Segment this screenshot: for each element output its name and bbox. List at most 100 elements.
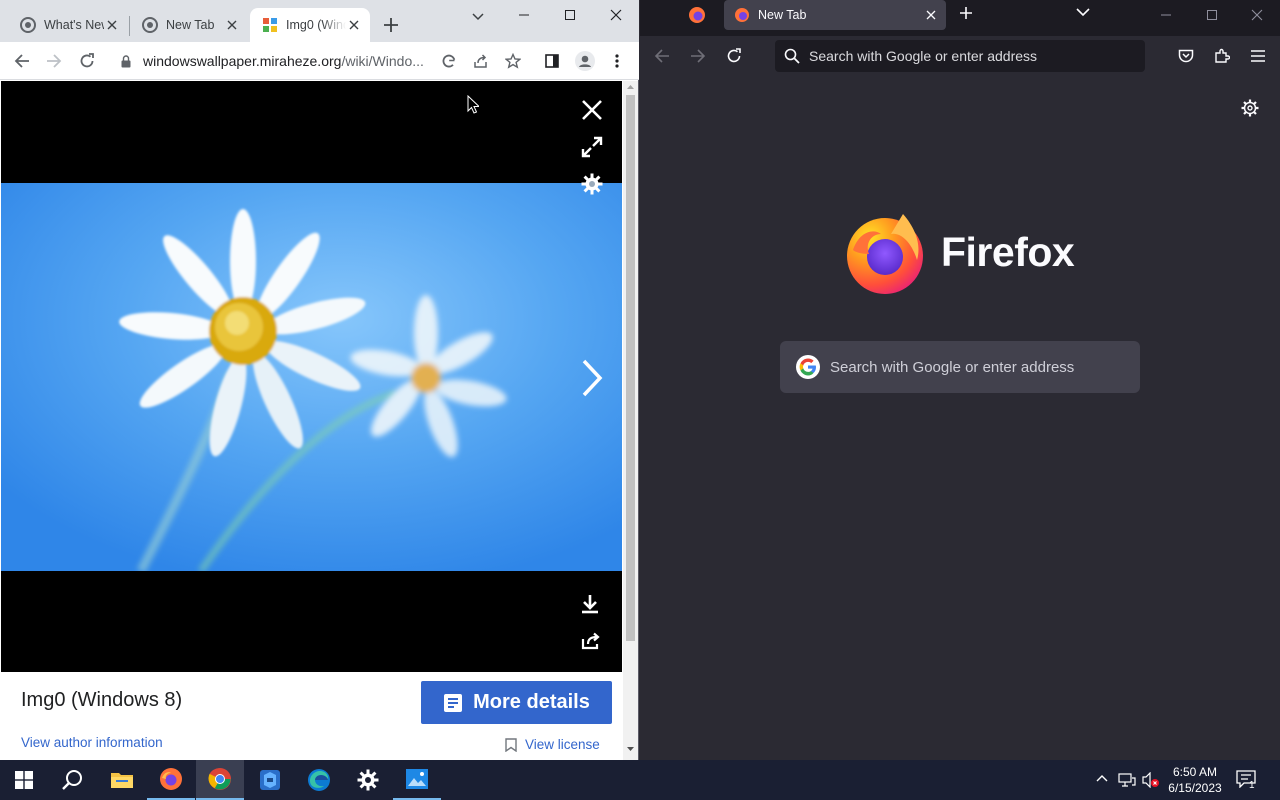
download-button[interactable] <box>578 591 602 617</box>
taskbar-search-button[interactable] <box>48 760 96 800</box>
network-button[interactable] <box>1118 772 1136 788</box>
close-tab-icon[interactable] <box>346 17 362 33</box>
forward-button[interactable] <box>688 46 708 66</box>
profile-button[interactable] <box>575 51 595 71</box>
firefox-tab-new-tab[interactable]: New Tab <box>724 0 946 30</box>
scroll-down-icon[interactable] <box>623 743 638 755</box>
firefox-icon <box>160 768 182 790</box>
taskbar-firefox[interactable] <box>147 760 195 800</box>
show-hidden-icons-button[interactable] <box>1096 774 1108 782</box>
taskbar-edge[interactable] <box>295 760 343 800</box>
reuse-button[interactable] <box>579 629 603 653</box>
address-placeholder: Search with Google or enter address <box>809 48 1038 64</box>
taskbar-chrome[interactable] <box>196 760 244 800</box>
firefox-view-button[interactable] <box>688 6 708 26</box>
newtab-search-placeholder: Search with Google or enter address <box>830 358 1075 376</box>
more-details-button[interactable]: More details <box>421 681 612 724</box>
back-button[interactable] <box>12 51 32 71</box>
firefox-address-bar[interactable]: Search with Google or enter address <box>775 40 1145 72</box>
pocket-icon <box>1178 49 1194 63</box>
minimize-icon <box>1161 14 1171 16</box>
extensions-button[interactable] <box>1212 46 1232 66</box>
author-info-link[interactable]: View author information <box>21 735 163 750</box>
fullscreen-button[interactable] <box>579 134 605 160</box>
customize-new-tab-button[interactable] <box>1241 99 1259 117</box>
minimize-button[interactable] <box>501 0 547 30</box>
address-bar[interactable]: windowswallpaper.miraheze.org/wiki/Windo… <box>143 53 424 69</box>
taskbar-app[interactable] <box>246 760 294 800</box>
chrome-icon <box>208 768 231 790</box>
settings-button[interactable] <box>579 171 605 197</box>
file-page-icon <box>444 693 463 712</box>
file-explorer-icon <box>111 773 133 788</box>
new-tab-button[interactable] <box>958 5 976 23</box>
scroll-up-icon[interactable] <box>623 81 638 93</box>
close-icon <box>610 9 622 21</box>
new-tab-button[interactable] <box>381 15 401 35</box>
lock-icon[interactable] <box>116 51 136 71</box>
tab-whats-new[interactable]: What's New <box>8 8 128 42</box>
chevron-right-icon <box>582 359 603 397</box>
wallpaper-image[interactable] <box>1 183 622 571</box>
close-tab-icon[interactable] <box>224 17 240 33</box>
network-icon <box>1118 773 1136 787</box>
gear-icon <box>1241 99 1259 117</box>
page-scrollbar[interactable] <box>623 81 638 760</box>
google-g-icon <box>442 54 456 68</box>
google-logo-icon <box>796 355 820 379</box>
mouse-cursor-icon <box>467 95 479 114</box>
reload-button[interactable] <box>77 51 97 71</box>
application-menu-button[interactable] <box>1248 46 1268 66</box>
volume-button[interactable] <box>1142 772 1160 788</box>
newtab-search-box[interactable]: Search with Google or enter address <box>780 341 1140 393</box>
license-link[interactable]: View license <box>505 737 600 752</box>
pocket-button[interactable] <box>1176 46 1196 66</box>
edge-icon <box>308 769 330 791</box>
firefox-icon <box>689 7 705 23</box>
minimize-button[interactable] <box>1143 0 1189 30</box>
windows-taskbar: 6:50 AM 6/15/2023 1 <box>0 760 1280 800</box>
hamburger-menu-icon <box>1251 50 1265 62</box>
action-center-button[interactable]: 1 <box>1236 770 1260 792</box>
reload-icon <box>80 53 94 68</box>
tab-new-tab[interactable]: New Tab <box>130 8 248 42</box>
more-details-label: More details <box>473 691 590 713</box>
firefox-favicon-icon <box>735 8 749 22</box>
search-icon <box>62 770 82 790</box>
chevron-down-icon <box>1076 8 1090 17</box>
maximize-button[interactable] <box>547 0 593 30</box>
chrome-menu-button[interactable] <box>607 51 627 71</box>
tab-title: New Tab <box>758 8 807 22</box>
taskbar-settings[interactable] <box>344 760 392 800</box>
side-panel-button[interactable] <box>542 51 562 71</box>
list-all-tabs-button[interactable] <box>1076 8 1090 17</box>
next-image-button[interactable] <box>575 356 609 400</box>
chevron-down-icon <box>472 13 484 21</box>
tab-title: Img0 (Windows 8) <box>286 18 346 32</box>
firefox-window: New Tab Search with Google or enter addr… <box>640 0 1280 760</box>
close-tab-icon[interactable] <box>926 10 936 20</box>
close-viewer-button[interactable] <box>579 97 605 123</box>
bookmark-button[interactable] <box>503 51 523 71</box>
taskbar-file-explorer[interactable] <box>98 760 146 800</box>
taskbar-photos[interactable] <box>393 760 441 800</box>
arrow-right-icon <box>691 49 706 63</box>
back-button[interactable] <box>652 46 672 66</box>
url-host: windowswallpaper.miraheze.org <box>143 53 342 69</box>
close-window-button[interactable] <box>1234 0 1280 30</box>
close-window-button[interactable] <box>593 0 639 30</box>
start-button[interactable] <box>0 760 48 800</box>
system-clock[interactable]: 6:50 AM 6/15/2023 <box>1166 764 1224 796</box>
reload-button[interactable] <box>724 46 744 66</box>
forward-button[interactable] <box>44 51 64 71</box>
close-tab-icon[interactable] <box>104 17 120 33</box>
arrow-right-icon <box>47 54 62 68</box>
firefox-logo: Firefox <box>845 210 1075 294</box>
maximize-button[interactable] <box>1189 0 1235 30</box>
google-lens-button[interactable] <box>439 51 459 71</box>
share-button[interactable] <box>471 51 491 71</box>
tab-img0[interactable]: Img0 (Windows 8) <box>250 8 370 42</box>
scroll-thumb[interactable] <box>626 95 635 641</box>
tab-search-button[interactable] <box>455 2 501 32</box>
share-icon <box>474 54 487 68</box>
